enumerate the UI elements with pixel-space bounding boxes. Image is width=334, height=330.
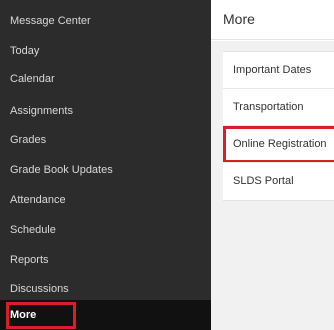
sidebar-item-label: Grade Book Updates [10,164,113,176]
sidebar-item-label: Calendar [10,73,55,85]
menu-item-transportation[interactable]: Transportation [223,89,334,126]
page-title: More [223,11,255,27]
sidebar-item-reports[interactable]: Reports [0,245,211,275]
sidebar-item-label: Discussions [10,283,69,295]
sidebar-item-label: Message Center [10,15,91,27]
sidebar-item-attendance[interactable]: Attendance [0,185,211,215]
menu-item-important-dates[interactable]: Important Dates [223,52,334,89]
menu-item-label: Important Dates [233,64,312,76]
sidebar-item-label: Reports [10,254,49,266]
sidebar-item-calendar[interactable]: Calendar [0,64,211,94]
menu-item-label: SLDS Portal [233,175,294,187]
sidebar-item-label: Attendance [10,194,66,206]
sidebar-nav: Message Center Today Calendar Assignment… [0,0,211,330]
more-menu-list: Important Dates Transportation Online Re… [223,51,334,201]
menu-item-label: Transportation [233,101,304,113]
menu-item-online-registration[interactable]: Online Registration [223,126,334,163]
sidebar-item-more[interactable]: More [0,300,211,330]
sidebar-item-message-center[interactable]: Message Center [0,6,211,36]
page-header: More [211,0,334,40]
sidebar-item-today[interactable]: Today [0,36,211,66]
sidebar-item-assignments[interactable]: Assignments [0,96,211,126]
sidebar-item-label: Schedule [10,224,56,236]
sidebar-item-grade-book-updates[interactable]: Grade Book Updates [0,155,211,185]
menu-item-slds-portal[interactable]: SLDS Portal [223,163,334,200]
highlight-box [6,302,76,329]
sidebar-item-label: Grades [10,134,47,146]
sidebar-item-label: Today [10,45,40,57]
highlight-box [223,126,334,162]
sidebar-item-grades[interactable]: Grades [0,125,211,155]
main-content: Important Dates Transportation Online Re… [211,41,334,330]
sidebar-item-schedule[interactable]: Schedule [0,215,211,245]
sidebar-item-label: Assignments [10,105,73,117]
